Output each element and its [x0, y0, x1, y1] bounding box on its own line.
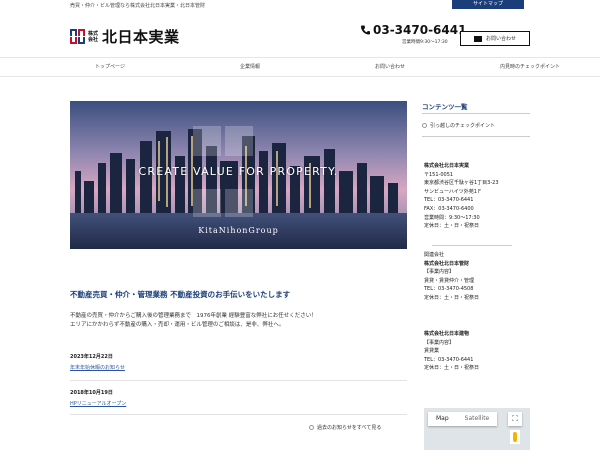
company-line: 【事業内容】: [424, 339, 455, 346]
top-bar: 売買・仲介・ビル管理なら株式会社北日本実業・北日本管財 サイトマップ: [0, 0, 600, 12]
company-line: 営業時間：9:30～17:30: [424, 214, 480, 221]
company-line: 〒151-0051: [424, 171, 454, 178]
company-line: 賃貸業: [424, 348, 440, 355]
map-type-tabs: Map Satellite: [428, 412, 498, 426]
main-description: 不動産の売買・仲介からご購入後の管理業務まで 1976年創業 経験豊富な弊社にお…: [70, 312, 317, 330]
company-line: 賃貸・賃貸仲介・管理: [424, 277, 475, 284]
desc-line-2: エリアにかかわらず不動産の購入・売却・運用・ビル管理のご相談は、是非、弊社へ。: [70, 322, 285, 328]
sidebar-divider: [422, 136, 530, 137]
news-item: 2023年12月22日 年末年始休暇のお知らせ: [70, 353, 407, 371]
sitemap-button[interactable]: サイトマップ: [452, 0, 524, 9]
phone-text: 03-3470-6441: [373, 23, 467, 37]
main-heading: 不動産売買・仲介・管理業務 不動産投資のお手伝いをいたします: [70, 290, 291, 299]
logo-mark-icon: [70, 29, 85, 44]
company-line: 定休日：土・日・祝祭日: [424, 223, 480, 230]
contact-button[interactable]: お問い合わせ: [460, 31, 530, 46]
company-line: 定休日：土・日・祝祭日: [424, 365, 480, 372]
map-tab-satellite[interactable]: Satellite: [457, 412, 498, 426]
tagline: 売買・仲介・ビル管理なら株式会社北日本実業・北日本管財: [70, 3, 206, 9]
company-line: 【事業内容】: [424, 269, 455, 276]
company-name: 株式会社北日本管財: [424, 260, 470, 267]
news-item: 2018年10月19日 HPリニューアルオープン: [70, 389, 407, 407]
all-news-link[interactable]: 過去のお知らせをすべて見る: [309, 424, 381, 431]
nav-item-contact[interactable]: お問い合わせ: [320, 58, 460, 76]
contact-label: お問い合わせ: [485, 36, 516, 42]
google-map[interactable]: Map Satellite ⛶: [424, 408, 530, 450]
sidebar-heading: コンテンツ一覧: [422, 103, 468, 111]
company-info-tatemono: 株式会社北日本建物 【事業内容】 賃貸業 TEL：03-3470-6441 定休…: [424, 330, 479, 373]
nav-item-top[interactable]: トップページ: [0, 58, 180, 76]
hero-title: CREATE VALUE FOR PROPERTY.: [138, 165, 339, 178]
logo-kabushiki: 株式会社: [88, 30, 99, 43]
company-info-kanzai: 関連会社 株式会社北日本管財 【事業内容】 賃貸・賃貸仲介・管理 TEL：03-…: [424, 251, 479, 303]
logo[interactable]: 株式会社 北日本実業: [70, 26, 180, 47]
news-divider: [70, 414, 407, 415]
sidebar-link-moving[interactable]: 引っ越しのチェックポイント: [422, 122, 495, 129]
envelope-icon: [473, 35, 482, 42]
fullscreen-icon[interactable]: ⛶: [508, 412, 522, 426]
hero-group-name: KitaNihonGroup: [198, 226, 279, 235]
company-name: 株式会社北日本建物: [424, 331, 470, 337]
company-line: 定休日：土・日・祝祭日: [424, 294, 480, 301]
sidebar-divider: [422, 113, 530, 114]
news-date: 2023年12月22日: [70, 354, 113, 360]
desc-line-1: 不動産の売買・仲介からご購入後の管理業務まで 1976年創業 経験豊富な弊社にお…: [70, 313, 317, 319]
logo-name: 北日本実業: [102, 28, 180, 46]
sidebar-divider: [432, 245, 512, 246]
company-line: TEL：03-3470-4508: [424, 286, 474, 293]
company-line: 東京都渋谷区千駄ヶ谷1丁目3-23: [424, 180, 499, 187]
global-nav: トップページ 企業情報 お問い合わせ 内見時のチェックポイント: [0, 57, 600, 77]
hero-banner: CREATE VALUE FOR PROPERTY. KitaNihonGrou…: [70, 101, 407, 249]
company-pre: 関連会社: [424, 252, 445, 258]
nav-item-company[interactable]: 企業情報: [180, 58, 320, 76]
news-link[interactable]: 年末年始休暇のお知らせ: [70, 364, 407, 371]
phone-number[interactable]: 03-3470-6441: [361, 23, 466, 37]
phone-icon: [361, 25, 370, 35]
pegman-icon[interactable]: [510, 430, 520, 444]
company-info-jitsugyo: 株式会社北日本実業 〒151-0051 東京都渋谷区千駄ヶ谷1丁目3-23 サン…: [424, 162, 499, 231]
nav-item-checkpoints[interactable]: 内見時のチェックポイント: [460, 58, 600, 76]
sidebar-link-label: 引っ越しのチェックポイント: [430, 123, 496, 129]
circle-arrow-icon: [309, 425, 314, 430]
company-name: 株式会社北日本実業: [424, 163, 470, 169]
circle-arrow-icon: [422, 123, 427, 128]
all-news-label: 過去のお知らせをすべて見る: [317, 425, 382, 431]
company-line: サンビューハイツ外苑1Ｆ: [424, 188, 482, 195]
company-line: TEL：03-3470-6441: [424, 197, 474, 204]
news-divider: [70, 380, 407, 381]
company-line: TEL：03-3470-6441: [424, 356, 474, 363]
map-tab-map[interactable]: Map: [428, 412, 457, 426]
news-date: 2018年10月19日: [70, 390, 113, 396]
news-link[interactable]: HPリニューアルオープン: [70, 400, 407, 407]
business-hours: 営業時間9:30～17:30: [402, 40, 448, 45]
company-line: FAX：03-3470-6400: [424, 205, 474, 212]
